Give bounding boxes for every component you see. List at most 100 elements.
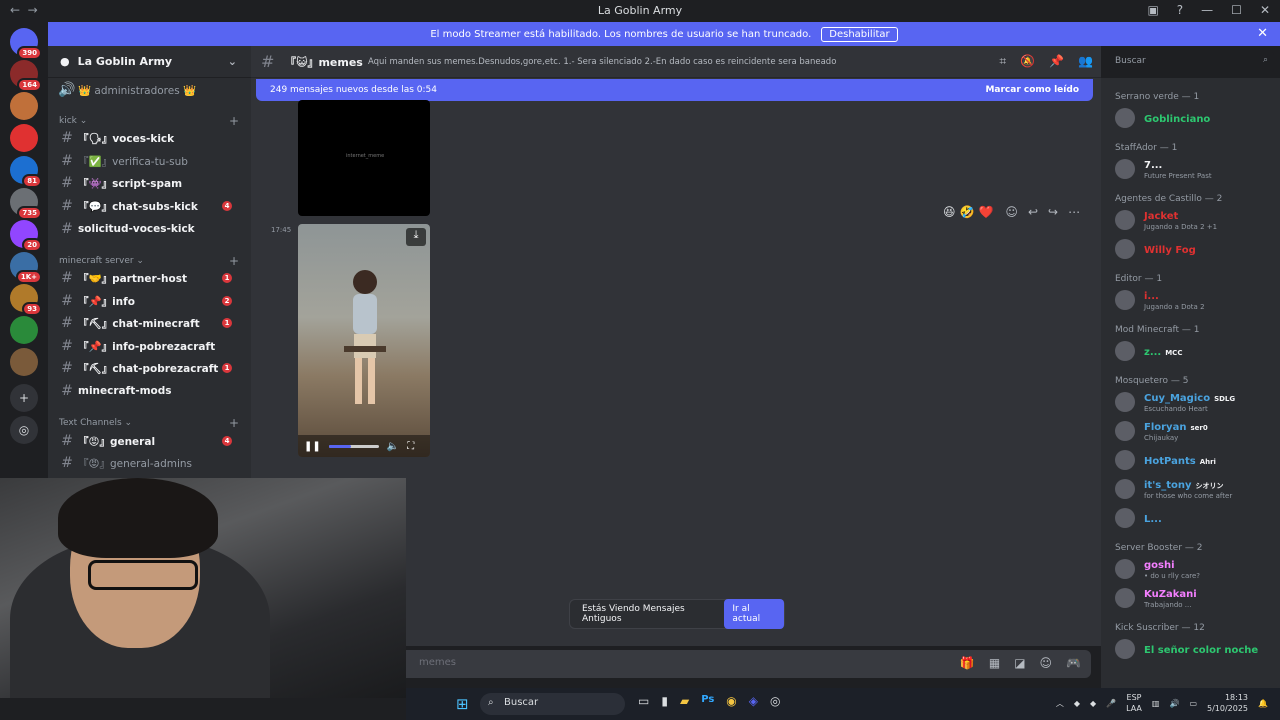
member-item[interactable]: Jacket Jugando a Dota 2 +1 [1115, 208, 1275, 234]
channel-administradores[interactable]: 🔊 👑 administradores 👑 [56, 80, 244, 100]
close-icon[interactable]: ✕ [1257, 26, 1268, 41]
tray-app-icon[interactable]: ◆ [1074, 699, 1080, 708]
battery-icon[interactable]: ▭ [1189, 699, 1197, 708]
member-item[interactable]: Willy Fog [1115, 237, 1275, 263]
member-item[interactable]: z... MCC [1115, 339, 1275, 365]
photoshop-icon[interactable]: Ps [701, 694, 714, 708]
obs-icon[interactable]: ◎ [770, 694, 780, 708]
discover-icon[interactable]: ◎ [10, 416, 38, 444]
chrome-icon[interactable]: ◉ [726, 694, 736, 708]
gift-icon[interactable]: 🎁 [960, 656, 975, 670]
server-icon[interactable]: 164 [10, 60, 42, 92]
server-icon[interactable]: 81 [10, 156, 42, 188]
search-input[interactable]: Buscar ⌕ [1109, 52, 1274, 72]
server-icon[interactable]: 1K+ [10, 252, 42, 284]
member-item[interactable]: El señor color noche [1115, 637, 1275, 663]
member-item[interactable]: Goblinciano [1115, 106, 1275, 132]
add-channel-icon[interactable]: + [229, 254, 239, 268]
add-channel-icon[interactable]: + [229, 416, 239, 430]
chevron-down-icon[interactable]: ⌄ [228, 55, 237, 68]
channel-topic[interactable]: Aqui manden sus memes.Desnudos,gore,etc.… [368, 57, 836, 67]
new-messages-bar[interactable]: 249 mensajes nuevos desde las 0:54 Marca… [256, 79, 1093, 101]
video-attachment[interactable]: internet_meme [298, 100, 430, 216]
pin-icon[interactable]: 📌 [1049, 54, 1064, 69]
channel-item[interactable]: # 『📌』info 2 [56, 291, 244, 311]
download-icon[interactable]: ⤓ [406, 228, 426, 246]
server-icon[interactable]: 93 [10, 284, 42, 316]
channel-item[interactable]: # 『⛏』chat-minecraft 1 [56, 313, 244, 333]
more-icon[interactable]: ⋯ [1068, 205, 1080, 219]
member-item[interactable]: HotPants Ahri [1115, 448, 1275, 474]
video-progress-bar[interactable] [328, 444, 379, 448]
discord-icon[interactable]: ◈ [749, 694, 758, 708]
channel-item[interactable]: # 『😡』general 4 [56, 431, 244, 451]
pause-icon[interactable]: ❚❚ [304, 441, 321, 452]
notification-icon[interactable]: 🔔 [1258, 699, 1268, 708]
mark-read-button[interactable]: Marcar como leído [985, 85, 1079, 95]
server-icon[interactable]: 390 [10, 28, 42, 60]
channel-item[interactable]: # 『⛏』chat-pobrezacraft 1 [56, 358, 244, 378]
server-icon[interactable] [10, 124, 38, 152]
add-channel-icon[interactable]: + [229, 114, 239, 128]
server-icon[interactable]: 20 [10, 220, 42, 252]
channel-item[interactable]: # solicitud-voces-kick [56, 219, 244, 239]
help-icon[interactable]: ? [1177, 3, 1183, 17]
maximize-button[interactable]: ☐ [1231, 3, 1242, 17]
channel-category[interactable]: Text Channels ⌄ + [59, 416, 239, 430]
reaction-heart-icon[interactable]: ❤️ [978, 205, 993, 219]
disable-streamer-button[interactable]: Deshabilitar [821, 26, 898, 42]
reaction-rofl-icon[interactable]: 🤣 [960, 205, 975, 219]
start-icon[interactable]: ⊞ [456, 695, 469, 713]
video-player[interactable]: ⤓ ❚❚ 🔈 ⛶ [298, 224, 430, 457]
fullscreen-icon[interactable]: ⛶ [407, 441, 414, 452]
forward-icon[interactable]: ↪ [1048, 205, 1058, 219]
guild-header[interactable]: ● La Goblin Army ⌄ [48, 46, 251, 78]
member-item[interactable]: KuZakani Trabajando ... [1115, 586, 1275, 612]
channel-item[interactable]: # 『💬』chat-subs-kick 4 [56, 196, 244, 216]
sticker-icon[interactable]: ◪ [1014, 656, 1025, 670]
add-server-button[interactable]: + [10, 384, 38, 412]
channel-item[interactable]: # 『🤝』partner-host 1 [56, 268, 244, 288]
network-icon[interactable]: ▥ [1152, 699, 1160, 708]
gif-icon[interactable]: ▦ [989, 656, 1000, 670]
tray-app-icon[interactable]: ◆ [1090, 699, 1096, 708]
apps-icon[interactable]: 🎮 [1066, 656, 1081, 670]
close-button[interactable]: ✕ [1260, 3, 1270, 17]
member-item[interactable]: 7... Future Present Past [1115, 157, 1275, 183]
server-icon[interactable] [10, 92, 38, 120]
task-view-icon[interactable]: ▭ [638, 694, 649, 708]
clock[interactable]: 18:13 5/10/2025 [1207, 692, 1248, 714]
app-icon[interactable]: ▮ [661, 694, 668, 708]
channel-item[interactable]: # 『👾』script-spam [56, 173, 244, 193]
channel-item[interactable]: # 『✅』verifica-tu-sub [56, 151, 244, 171]
emoji-icon[interactable]: ☺ [1040, 656, 1053, 670]
tray-chevron-icon[interactable]: ︿ [1056, 698, 1064, 709]
minimize-button[interactable]: — [1201, 3, 1213, 17]
member-item[interactable]: it's_tony シオリン for those who come after [1115, 477, 1275, 503]
file-explorer-icon[interactable]: ▰ [680, 694, 689, 708]
channel-category[interactable]: minecraft server ⌄ + [59, 254, 239, 268]
channel-item[interactable]: # 『🗣』voces-kick [56, 128, 244, 148]
members-icon[interactable]: 👥 [1078, 54, 1093, 69]
mic-icon[interactable]: 🎤 [1106, 699, 1116, 708]
language-indicator[interactable]: ESP LAA [1126, 692, 1142, 714]
member-item[interactable]: L... [1115, 506, 1275, 532]
member-item[interactable]: Cuy_Magico SDLG Escuchando Heart [1115, 390, 1275, 416]
server-icon[interactable] [10, 316, 38, 344]
reply-icon[interactable]: ↩ [1028, 205, 1038, 219]
channel-item[interactable]: # 『📌』info-pobrezacraft [56, 336, 244, 356]
inbox-icon[interactable]: ▣ [1147, 3, 1158, 17]
channel-category[interactable]: kick ⌄ + [59, 114, 239, 128]
server-icon[interactable] [10, 348, 38, 376]
channel-item[interactable]: # 『😡』general-admins [56, 453, 244, 473]
mute-icon[interactable]: 🔕 [1020, 54, 1035, 69]
volume-icon[interactable]: 🔈 [387, 441, 399, 452]
member-item[interactable]: i... Jugando a Dota 2 [1115, 288, 1275, 314]
volume-icon[interactable]: 🔊 [1169, 699, 1179, 708]
add-reaction-icon[interactable]: ☺ [1005, 205, 1018, 219]
channel-item[interactable]: # minecraft-mods [56, 381, 244, 401]
member-item[interactable]: goshi • do u rlly care? [1115, 557, 1275, 583]
jump-to-present-button[interactable]: Ir al actual [724, 599, 784, 629]
threads-icon[interactable]: ⌗ [999, 54, 1006, 69]
reaction-laugh-icon[interactable]: 😆 [943, 205, 956, 219]
